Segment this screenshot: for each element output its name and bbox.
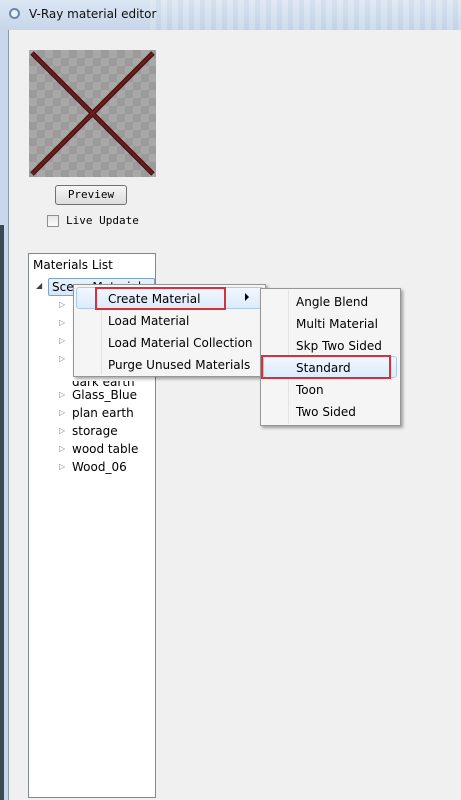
- materials-list-header: Materials List: [33, 258, 113, 272]
- expand-arrow-icon[interactable]: ▷: [59, 408, 65, 417]
- menu-item-purge-unused[interactable]: Purge Unused Materials: [108, 358, 250, 372]
- menu-item-load-material-collection[interactable]: Load Material Collection: [108, 336, 253, 350]
- submenu-item-toon[interactable]: Toon: [296, 383, 324, 397]
- expand-arrow-icon[interactable]: ▷: [59, 354, 65, 363]
- tree-item[interactable]: Wood_06: [72, 460, 127, 474]
- material-preview: [29, 50, 156, 177]
- background-window-edge: [0, 225, 4, 800]
- expand-arrow-icon[interactable]: ▷: [59, 300, 65, 309]
- preview-button[interactable]: Preview: [55, 185, 127, 205]
- window-title: V-Ray material editor: [29, 7, 157, 21]
- tree-item[interactable]: storage: [72, 424, 118, 438]
- expand-arrow-icon[interactable]: ▷: [59, 390, 65, 399]
- submenu-item-multi-material[interactable]: Multi Material: [296, 317, 378, 331]
- title-bar-background: [150, 0, 461, 30]
- live-update-checkbox[interactable]: [47, 215, 59, 227]
- expand-arrow-icon[interactable]: ▷: [59, 462, 65, 471]
- tree-item[interactable]: Glass_Blue: [72, 388, 137, 402]
- submenu-item-skp-two-sided[interactable]: Skp Two Sided: [296, 339, 382, 353]
- tree-item[interactable]: wood table: [72, 442, 138, 456]
- expand-arrow-icon[interactable]: ▷: [59, 444, 65, 453]
- expand-arrow-icon[interactable]: ▷: [59, 336, 65, 345]
- expand-arrow-icon[interactable]: ▷: [59, 426, 65, 435]
- menu-item-load-material[interactable]: Load Material: [108, 314, 189, 328]
- annotation-highlight-box: [95, 287, 226, 310]
- tree-item[interactable]: plan earth: [72, 406, 134, 420]
- submenu-item-angle-blend[interactable]: Angle Blend: [296, 295, 368, 309]
- submenu-item-two-sided[interactable]: Two Sided: [296, 405, 356, 419]
- app-icon: [9, 8, 20, 19]
- expand-arrow-icon[interactable]: ▷: [59, 318, 65, 327]
- preview-cross-icon: [30, 51, 155, 176]
- live-update-label: Live Update: [66, 214, 139, 227]
- annotation-highlight-box: [261, 355, 391, 379]
- submenu-arrow-icon: [245, 293, 249, 301]
- collapse-arrow-icon[interactable]: ◢: [36, 281, 42, 290]
- window-frame: V-Ray material editor Preview Live Updat…: [0, 0, 461, 800]
